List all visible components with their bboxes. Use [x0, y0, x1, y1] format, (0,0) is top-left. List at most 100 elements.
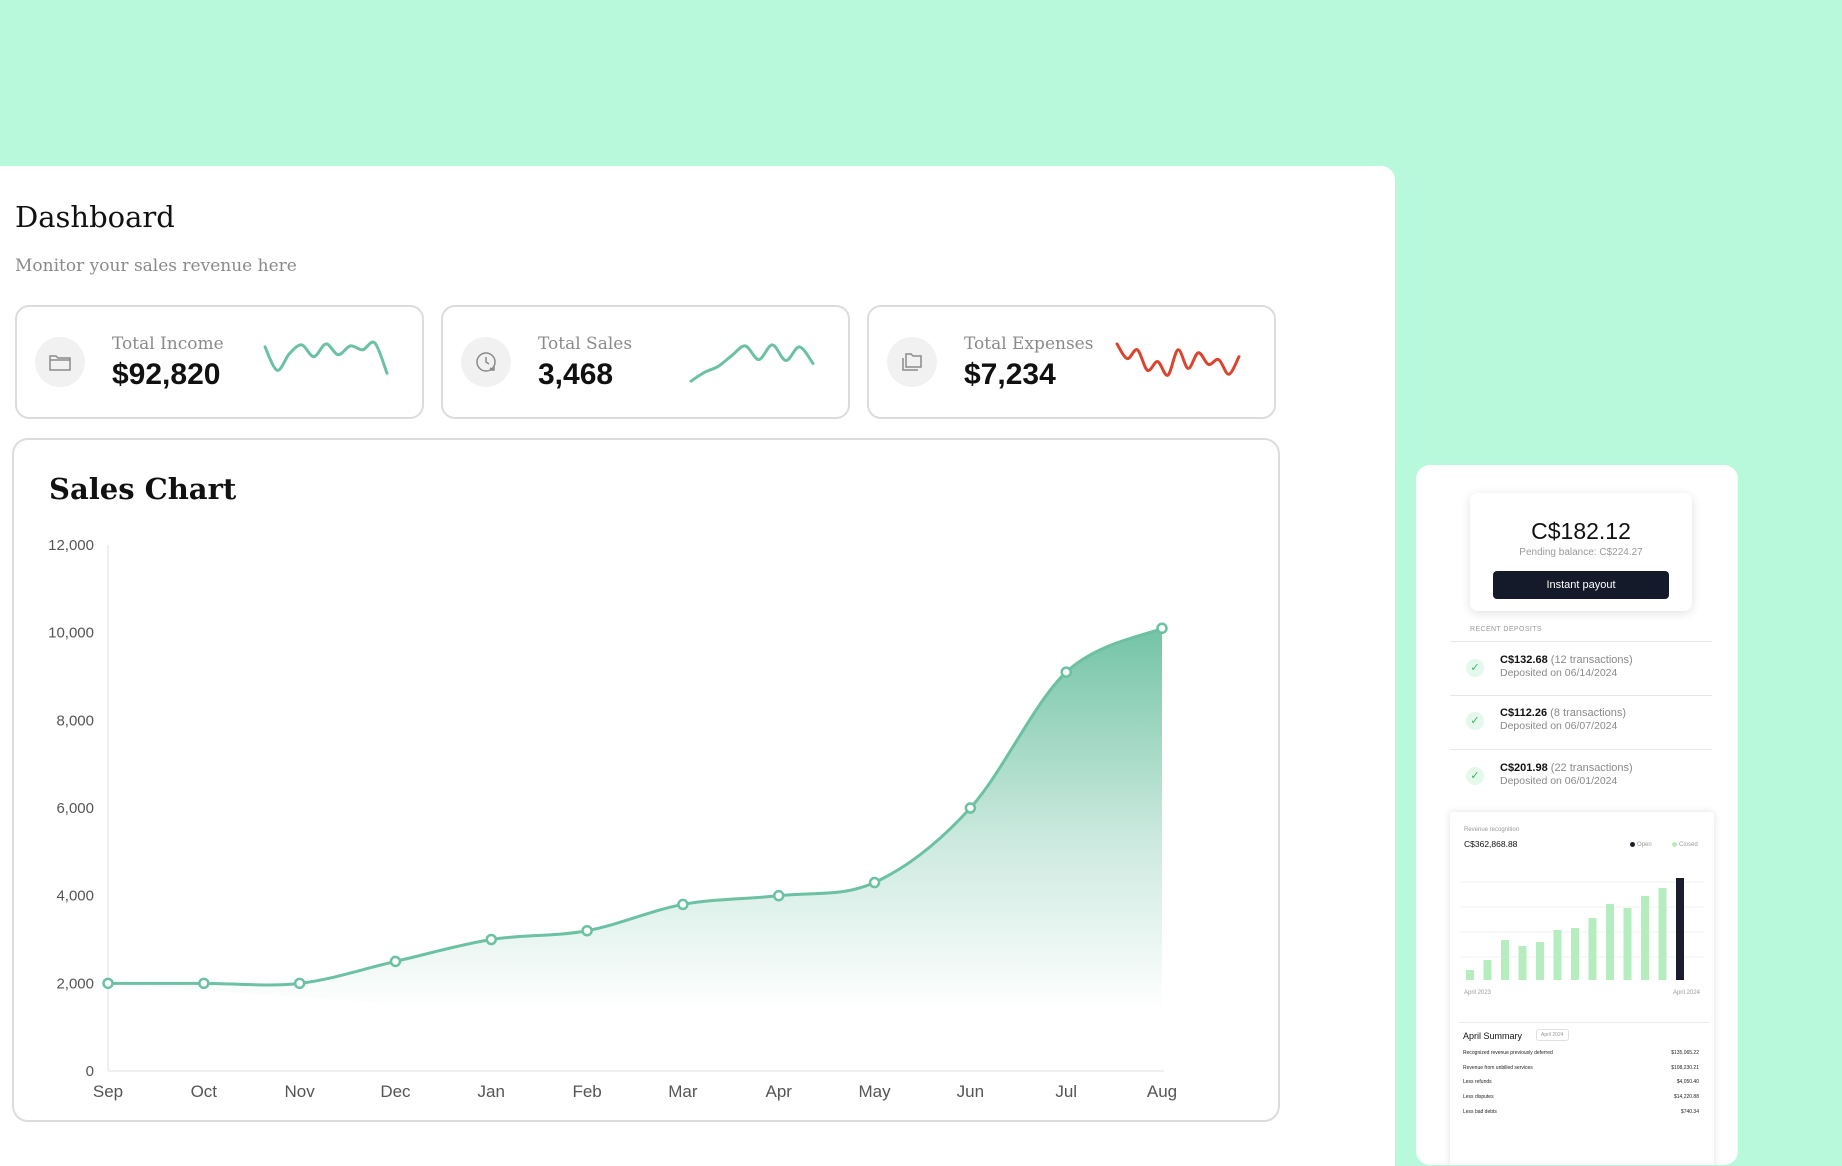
sales-chart-card: 0 2,000 4,000 6,000 8,000 10,000 12,000 Sep Oct… [12, 438, 1280, 1122]
income-sparkline [263, 340, 389, 375]
x-tick-label: Sep [93, 1082, 123, 1101]
kpi-card-total-sales[interactable]: Total Sales 3,468 [441, 305, 850, 419]
divider [1450, 695, 1712, 696]
summary-title: April Summary [1463, 1031, 1523, 1041]
revenue-bar-chart: April 2023 April 2024 [1460, 878, 1704, 996]
kpi-label: Total Income [112, 334, 224, 354]
sales-sparkline [689, 343, 815, 383]
x-tick-label: Jan [478, 1082, 505, 1101]
check-icon: ✓ [1466, 767, 1484, 785]
y-tick-label: 10,000 [48, 625, 94, 642]
y-tick-label: 4,000 [56, 888, 94, 905]
kpi-value: 3,468 [538, 358, 614, 391]
data-point-sep[interactable] [102, 977, 114, 990]
data-point-jun[interactable] [964, 802, 977, 814]
pending-balance: Pending balance: C$224.27 [1519, 547, 1643, 558]
files-icon [887, 337, 937, 387]
summary-row: Less bad debts $740.34 [1463, 1109, 1699, 1115]
deposit-amount: C$132.68 [1500, 654, 1548, 666]
data-point-jan[interactable] [485, 933, 498, 946]
deposit-tx-count: (22 transactions) [1550, 762, 1633, 774]
folder-icon [35, 337, 85, 387]
revenue-bar[interactable] [1536, 942, 1544, 980]
deposit-date: Deposited on 06/01/2024 [1500, 775, 1618, 787]
y-tick-label: 6,000 [56, 800, 94, 817]
sparkline-path [1115, 342, 1241, 377]
revenue-bar[interactable] [1571, 928, 1579, 980]
expenses-sparkline [1115, 342, 1241, 377]
revenue-bar[interactable] [1553, 930, 1562, 980]
deposit-item[interactable]: ✓ C$132.68 (12 transactions) Deposited o… [1450, 648, 1712, 688]
revenue-bar[interactable] [1588, 918, 1597, 980]
x-tick-label: Oct [191, 1082, 218, 1101]
revenue-bar[interactable] [1501, 940, 1509, 980]
revenue-recognition-card: Revenue recognition C$362,868.88 Open Cl… [1450, 812, 1714, 1165]
deposit-amount: C$112.26 [1500, 707, 1548, 719]
deposit-tx-count: (12 transactions) [1550, 654, 1633, 666]
check-icon: ✓ [1466, 659, 1484, 677]
revenue-bar[interactable] [1518, 946, 1527, 980]
data-point-nov[interactable] [293, 977, 306, 990]
summary-row: Revenue from unbilled services $108,230.2… [1463, 1065, 1699, 1071]
chart-title: Sales Chart [49, 472, 237, 506]
kpi-value: $7,234 [964, 358, 1056, 391]
sparkline-path [689, 343, 815, 383]
instant-payout-button[interactable]: Instant payout [1493, 571, 1669, 599]
x-tick-label: Aug [1147, 1082, 1177, 1101]
deposit-item[interactable]: ✓ C$112.26 (8 transactions) Deposited on… [1450, 701, 1712, 741]
payout-panel: C$182.12 Pending balance: C$224.27 Insta… [1416, 465, 1738, 1165]
page-subtitle: Monitor your sales revenue here [15, 256, 297, 276]
revenue-bar[interactable] [1641, 896, 1649, 980]
summary-period-tag[interactable]: April 2024 [1536, 1029, 1569, 1041]
revenue-bar[interactable] [1466, 970, 1474, 980]
kpi-card-total-income[interactable]: Total Income $92,820 [15, 305, 424, 419]
sales-chart: 0 2,000 4,000 6,000 8,000 10,000 12,000 Sep Oct… [48, 537, 1177, 1101]
x-tick-label: Dec [380, 1082, 411, 1101]
kpi-value: $92,820 [112, 358, 221, 391]
divider [1450, 641, 1712, 642]
data-point-apr[interactable] [772, 889, 785, 902]
deposit-date: Deposited on 06/14/2024 [1500, 667, 1618, 679]
check-icon: ✓ [1466, 712, 1484, 730]
balance-amount: C$182.12 [1531, 518, 1631, 544]
kpi-label: Total Sales [538, 334, 633, 354]
summary-row: Recognized revenue previously deferred $1… [1463, 1050, 1699, 1056]
y-tick-label: 12,000 [48, 537, 94, 554]
revenue-bar[interactable] [1676, 878, 1684, 980]
recent-deposits-title: RECENT DEPOSITS [1470, 626, 1542, 633]
deposit-item[interactable]: ✓ C$201.98 (22 transactions) Deposited o… [1450, 756, 1712, 796]
data-point-may[interactable] [868, 876, 881, 889]
x-tick-label: Jul [1055, 1082, 1077, 1101]
summary-row: Less disputes $14,220.88 [1463, 1094, 1699, 1100]
data-point-aug[interactable] [1156, 622, 1168, 635]
deposit-amount: C$201.98 [1500, 762, 1548, 774]
data-point-dec[interactable] [389, 955, 402, 968]
kpi-card-total-expenses[interactable]: Total Expenses $7,234 [867, 305, 1276, 419]
revenue-bar[interactable] [1483, 960, 1492, 980]
deposit-tx-count: (8 transactions) [1550, 707, 1626, 719]
sparkline-path [263, 340, 389, 375]
y-tick-label: 0 [86, 1063, 94, 1080]
revenue-bar[interactable] [1606, 904, 1614, 980]
data-point-jul[interactable] [1060, 666, 1072, 678]
x-tick-label: May [858, 1082, 891, 1101]
data-point-oct[interactable] [198, 977, 210, 990]
y-tick-label: 8,000 [56, 712, 94, 729]
kpi-label: Total Expenses [964, 334, 1094, 354]
revenue-bar[interactable] [1623, 908, 1632, 980]
revenue-bar[interactable] [1658, 888, 1667, 980]
dashboard-panel: Dashboard Monitor your sales revenue her… [0, 166, 1395, 1166]
balance-card: C$182.12 Pending balance: C$224.27 Insta… [1470, 493, 1692, 611]
data-point-feb[interactable] [581, 924, 593, 937]
summary-row: Less refunds $4,050.40 [1463, 1079, 1699, 1085]
x-tick-label: Feb [572, 1082, 601, 1101]
data-point-mar[interactable] [677, 898, 689, 911]
x-axis-label: April 2023 [1464, 990, 1492, 996]
divider [1450, 749, 1712, 750]
deposit-date: Deposited on 06/07/2024 [1500, 720, 1618, 732]
x-axis-label: April 2024 [1673, 990, 1701, 996]
x-tick-label: Nov [285, 1082, 316, 1101]
april-summary: April Summary April 2024 Recognized reve… [1458, 1022, 1710, 1133]
clock-refresh-icon [461, 337, 511, 387]
x-tick-label: Jun [957, 1082, 984, 1101]
